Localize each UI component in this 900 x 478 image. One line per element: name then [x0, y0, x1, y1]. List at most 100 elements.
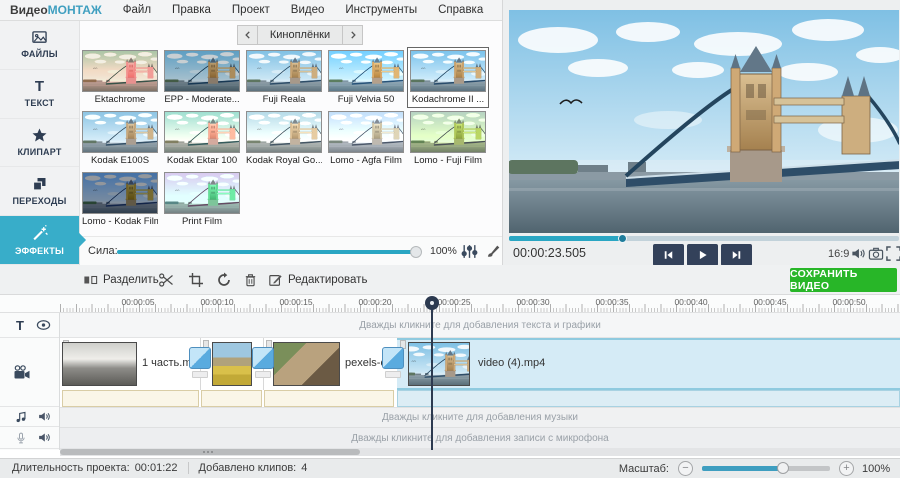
effect-fuji-reala[interactable]: Fuji Reala	[246, 50, 322, 105]
sidebar-item-files[interactable]: ФАЙЛЫ	[0, 21, 79, 70]
effect-epp-moderate[interactable]: EPP - Moderate...	[164, 50, 240, 105]
effect-print-film[interactable]: Print Film	[164, 172, 240, 227]
scrollbar-thumb[interactable]	[60, 449, 360, 455]
playhead-line	[431, 303, 433, 450]
video-track-header	[0, 338, 59, 407]
text-icon: T	[35, 79, 44, 94]
sidebar-item-transitions[interactable]: ПЕРЕХОДЫ	[0, 167, 79, 216]
layers-icon	[31, 176, 48, 192]
timeline-ruler[interactable]: 00:00:05 00:00:10 00:00:15 00:00:20 00:0…	[0, 295, 900, 313]
save-video-button[interactable]: СОХРАНИТЬ ВИДЕО	[790, 268, 897, 292]
timeline: 00:00:05 00:00:10 00:00:15 00:00:20 00:0…	[0, 295, 900, 458]
sidebar-item-effects[interactable]: ЭФФЕКТЫ	[0, 216, 79, 265]
project-duration-label: Длительность проекта:	[12, 462, 130, 474]
seekbar-thumb[interactable]	[618, 234, 627, 243]
effects-panel: Киноплёнки Ektachrome EPP - Moderate... …	[80, 21, 502, 265]
effect-thumbnail	[410, 111, 486, 153]
selected-clip-highlight	[397, 338, 900, 390]
transition-2[interactable]	[251, 347, 275, 378]
zoom-slider-thumb[interactable]	[777, 462, 789, 474]
mic-track[interactable]: Дважды кликните для добавления записи с …	[60, 427, 900, 448]
clip-2-thumbnail[interactable]	[212, 342, 252, 386]
play-button[interactable]	[687, 244, 718, 266]
playhead-handle[interactable]	[425, 296, 439, 310]
sidebar-item-text[interactable]: T ТЕКСТ	[0, 70, 79, 119]
project-duration-value: 00:01:22	[135, 462, 178, 474]
zoom-out-button[interactable]: −	[678, 461, 693, 476]
clip-4-label[interactable]: video (4).mp4	[478, 357, 545, 369]
music-volume-icon[interactable]	[37, 410, 51, 423]
effect-lomo-fuji[interactable]: Lomo - Fuji Film	[410, 111, 486, 166]
effect-lomo-agfa[interactable]: Lomo - Agfa Film	[328, 111, 404, 166]
video-track[interactable]: 1 часть.mp4 pexels-c-t video (4).mp4	[60, 338, 900, 390]
mic-volume-icon[interactable]	[37, 431, 51, 444]
split-button[interactable]: Разделить	[77, 269, 165, 291]
effect-fuji-velvia[interactable]: Fuji Velvia 50	[328, 50, 404, 105]
clip-3-thumbnail[interactable]	[273, 342, 340, 386]
effect-kodachrome-selected[interactable]: Kodachrome II ...	[407, 47, 489, 108]
zoom-in-button[interactable]: +	[839, 461, 854, 476]
category-prev-button[interactable]	[237, 25, 258, 45]
clear-effect-brush-icon[interactable]	[486, 243, 501, 259]
sidebar-item-label: ТЕКСТ	[25, 98, 55, 108]
split-icon	[83, 273, 98, 287]
effect-thumbnail	[82, 50, 158, 92]
clip-1-thumbnail[interactable]	[62, 342, 137, 386]
menu-tools[interactable]: Инструменты	[345, 4, 417, 16]
audio-segment-2[interactable]	[201, 390, 262, 407]
timeline-scrollbar[interactable]	[60, 448, 900, 456]
audio-segment-4[interactable]	[397, 390, 900, 407]
mixer-settings-icon[interactable]	[461, 243, 478, 260]
project-stats: Длительность проекта: 00:01:22 Добавлено…	[12, 462, 307, 474]
audio-segment-1[interactable]	[62, 390, 199, 407]
transition-1[interactable]	[188, 347, 212, 378]
music-track[interactable]: Дважды кликните для добавления музыки	[60, 407, 900, 427]
transition-3[interactable]	[381, 347, 405, 378]
menu-help[interactable]: Справка	[438, 4, 483, 16]
delete-trash-icon[interactable]	[243, 272, 258, 288]
clips-count-value: 4	[301, 462, 307, 474]
aspect-ratio-label[interactable]: 16:9	[828, 248, 849, 260]
text-track[interactable]: Дважды кликните для добавления текста и …	[60, 313, 900, 338]
scissors-icon[interactable]	[158, 272, 175, 288]
video-preview	[509, 10, 899, 233]
effect-kodak-ektar[interactable]: Kodak Ektar 100	[164, 111, 240, 166]
sidebar-item-clipart[interactable]: КЛИПАРТ	[0, 119, 79, 168]
menu-file[interactable]: Файл	[123, 4, 151, 16]
zoom-slider[interactable]	[702, 466, 830, 471]
category-label[interactable]: Киноплёнки	[258, 25, 342, 45]
volume-icon[interactable]	[850, 246, 866, 261]
preview-seekbar[interactable]	[509, 236, 899, 241]
preview-timecode: 00:00:23.505	[513, 246, 586, 260]
clip-4-thumbnail[interactable]	[408, 342, 470, 386]
preview-panel: 00:00:23.505 16:9	[502, 0, 900, 265]
eye-icon[interactable]	[36, 319, 51, 331]
sidebar-item-label: ПЕРЕХОДЫ	[13, 196, 67, 206]
sidebar-item-label: КЛИПАРТ	[17, 147, 61, 157]
fullscreen-icon[interactable]	[886, 246, 900, 261]
snapshot-camera-icon[interactable]	[868, 246, 884, 261]
strength-slider[interactable]	[117, 250, 415, 254]
edit-clip-button[interactable]: Редактировать	[262, 269, 373, 291]
strength-label: Сила:	[88, 245, 118, 257]
image-icon	[31, 30, 48, 45]
menu-video[interactable]: Видео	[291, 4, 325, 16]
next-frame-button[interactable]	[721, 244, 752, 266]
effect-thumbnail	[164, 50, 240, 92]
strength-slider-thumb[interactable]	[410, 246, 422, 258]
effect-thumbnail	[246, 111, 322, 153]
magic-wand-icon	[31, 225, 49, 242]
effect-ektachrome[interactable]: Ektachrome	[82, 50, 158, 105]
effect-lomo-kodak[interactable]: Lomo - Kodak Film	[82, 172, 158, 227]
menu-edit[interactable]: Правка	[172, 4, 211, 16]
edit-pencil-icon	[268, 273, 283, 287]
effect-kodak-royal[interactable]: Kodak Royal Go...	[246, 111, 322, 166]
prev-frame-button[interactable]	[653, 244, 684, 266]
audio-segment-3[interactable]	[264, 390, 394, 407]
menu-project[interactable]: Проект	[232, 4, 270, 16]
category-next-button[interactable]	[342, 25, 363, 45]
effect-thumbnail	[410, 50, 486, 92]
effect-kodak-e100s[interactable]: Kodak E100S	[82, 111, 158, 166]
rotate-icon[interactable]	[216, 272, 232, 288]
crop-icon[interactable]	[188, 272, 204, 288]
